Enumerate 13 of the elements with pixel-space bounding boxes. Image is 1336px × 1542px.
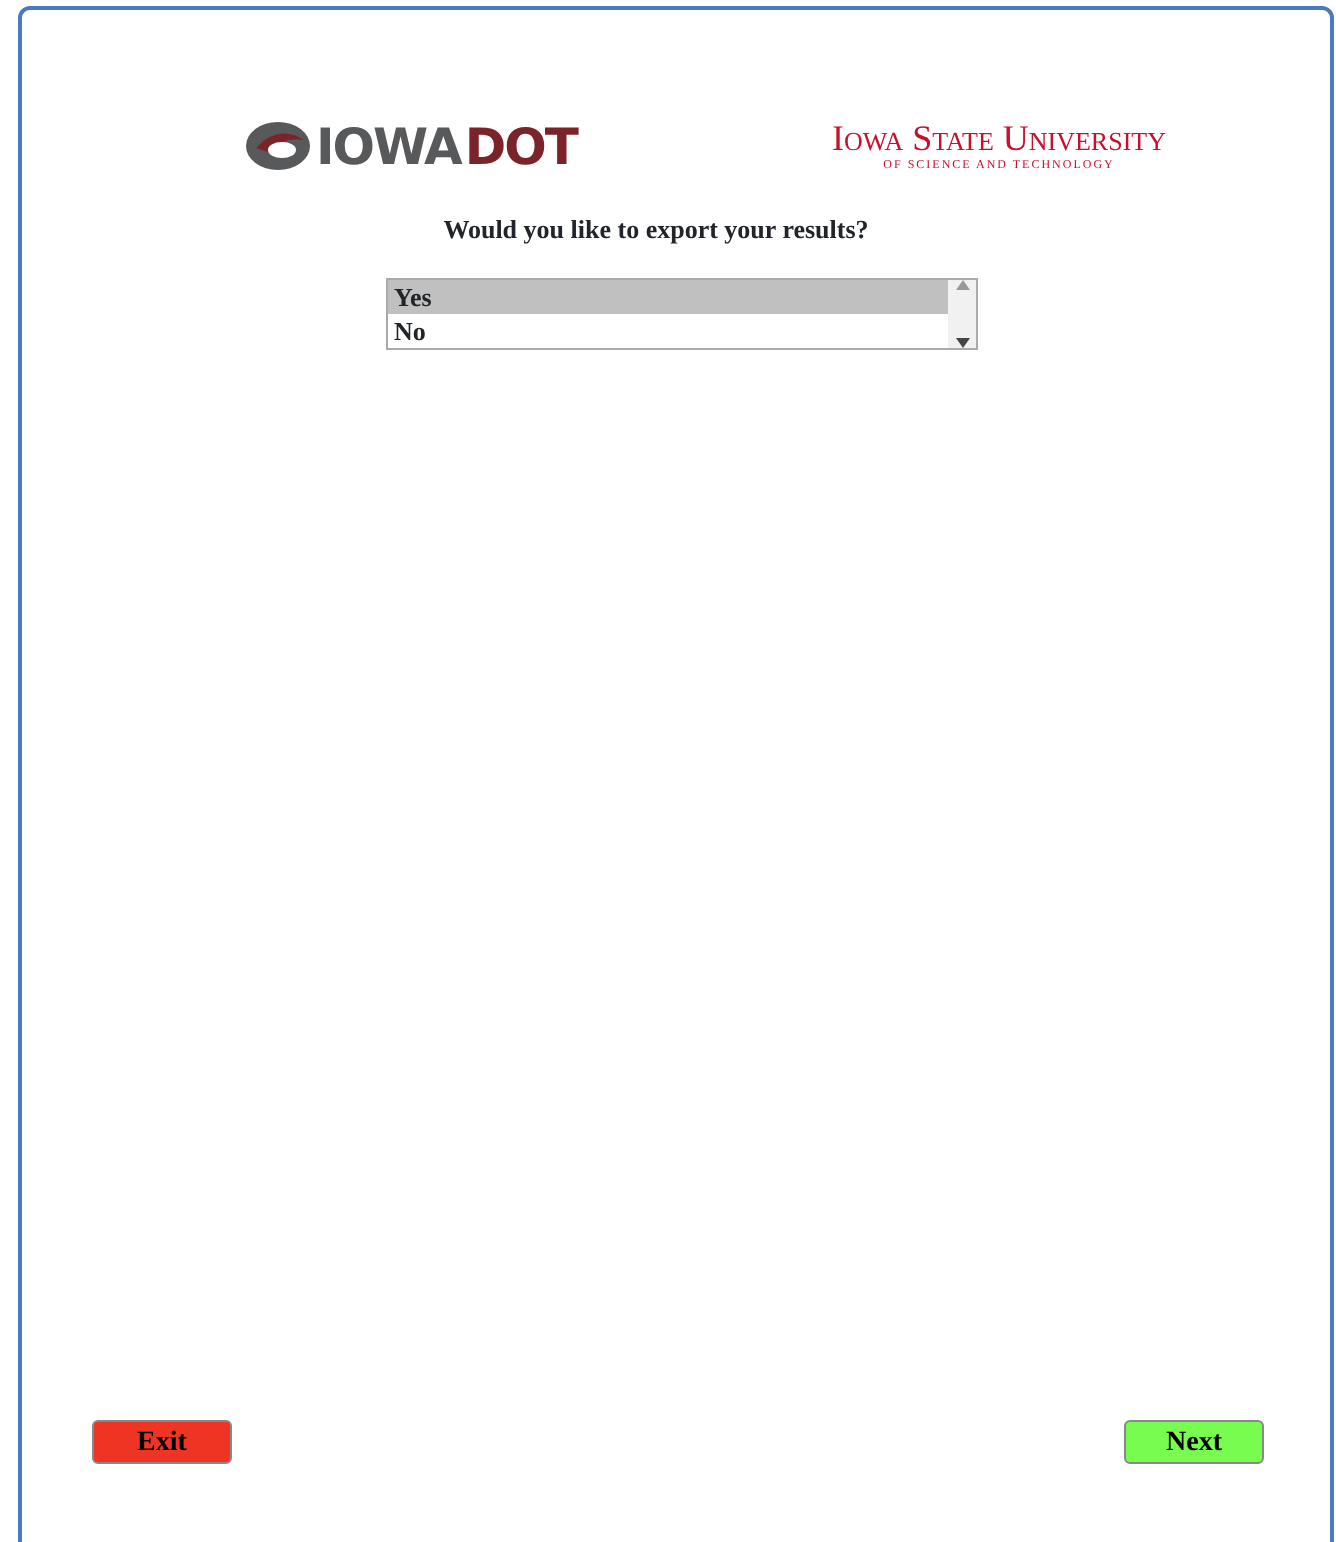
up-arrow-icon — [955, 279, 969, 289]
list-option[interactable]: Yes — [388, 279, 948, 313]
next-button[interactable]: Next — [1124, 1420, 1264, 1464]
question-text: Would you like to export your results? — [441, 212, 871, 248]
list-option[interactable]: No — [388, 313, 948, 347]
exit-button[interactable]: Exit — [92, 1420, 232, 1464]
down-arrow-icon — [955, 337, 969, 347]
logo-text: DOT — [464, 121, 577, 171]
scrollbar[interactable] — [948, 279, 976, 347]
logo-text: IOWA — [316, 121, 461, 171]
logo-text: Iowa State University — [832, 120, 1166, 156]
swoosh-icon — [244, 120, 312, 172]
list-box[interactable]: Yes No — [386, 277, 978, 349]
